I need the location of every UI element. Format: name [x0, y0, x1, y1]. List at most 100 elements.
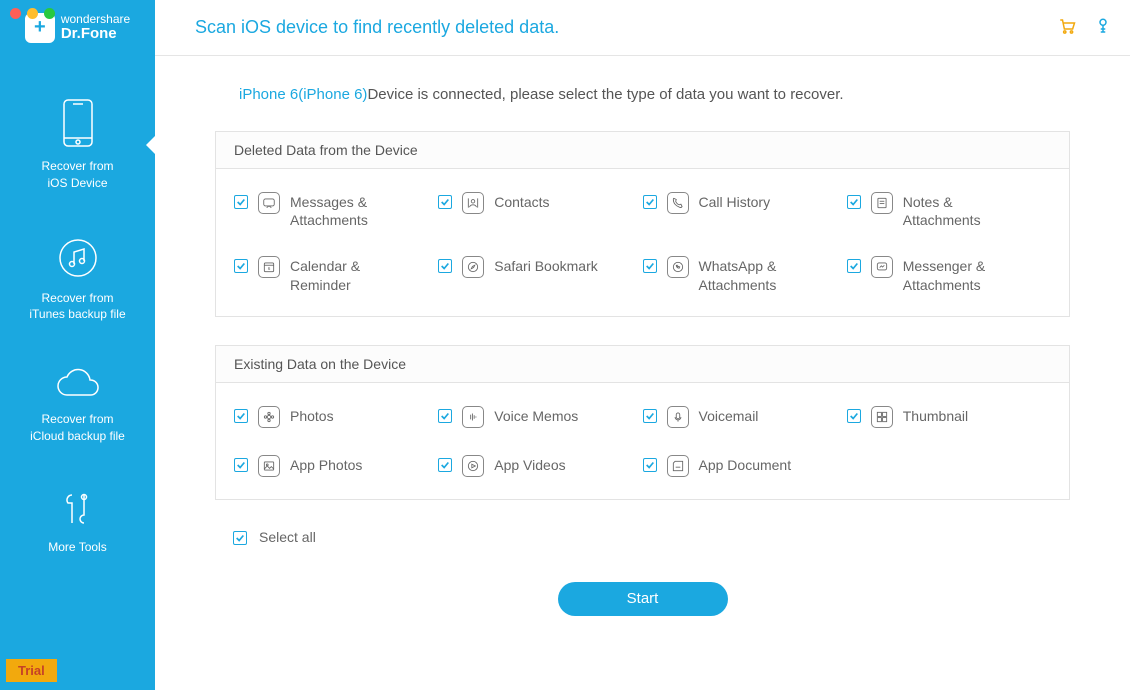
datatype-label: Safari Bookmark — [494, 257, 597, 275]
close-window-button[interactable] — [10, 8, 21, 19]
checkbox-notes-attachments[interactable] — [847, 195, 861, 209]
contacts-icon — [462, 192, 484, 214]
datatype-thumbnail: Thumbnail — [847, 397, 1051, 446]
checkbox-messages-attachments[interactable] — [234, 195, 248, 209]
datatype-label: Photos — [290, 407, 334, 425]
messages-attachments-icon — [258, 192, 280, 214]
sidebar: Recover from iOS Device Recover from iTune… — [0, 56, 155, 690]
datatype-whatsapp-attachments: WhatsApp & Attachments — [643, 247, 847, 311]
calendar-reminder-icon: 6 — [258, 256, 280, 278]
thumbnail-icon — [871, 406, 893, 428]
sidebar-item-icloud[interactable]: Recover from iCloud backup file — [0, 345, 155, 467]
datatype-label: Voice Memos — [494, 407, 578, 425]
brand-name: Dr.Fone — [61, 26, 130, 43]
checkbox-voice-memos[interactable] — [438, 409, 452, 423]
brand-top: wondershare — [61, 13, 130, 26]
device-name-text: iPhone 6(iPhone 6) — [239, 86, 367, 103]
sidebar-item-label: Recover from — [41, 412, 113, 426]
app-document-icon — [667, 455, 689, 477]
datatype-photos: Photos — [234, 397, 438, 446]
datatype-label: App Videos — [494, 456, 565, 474]
datatype-contacts: Contacts — [438, 183, 642, 247]
datatype-label: Calendar & Reminder — [290, 257, 400, 293]
datatype-label: Contacts — [494, 193, 549, 211]
voice-memos-icon — [462, 406, 484, 428]
checkbox-app-photos[interactable] — [234, 458, 248, 472]
datatype-messages-attachments: Messages & Attachments — [234, 183, 438, 247]
page-title: Scan iOS device to find recently deleted… — [195, 17, 1058, 38]
datatype-label: WhatsApp & Attachments — [699, 257, 809, 293]
device-status: iPhone 6(iPhone 6)Device is connected, p… — [239, 86, 1070, 103]
sidebar-item-label: iTunes backup file — [29, 307, 125, 321]
whatsapp-attachments-icon — [667, 256, 689, 278]
messenger-attachments-icon — [871, 256, 893, 278]
sidebar-item-label: More Tools — [48, 540, 106, 554]
datatype-label: Thumbnail — [903, 407, 968, 425]
window-controls — [10, 8, 55, 19]
sidebar-item-label: iCloud backup file — [30, 429, 125, 443]
sidebar-item-more-tools[interactable]: More Tools — [0, 467, 155, 578]
datatype-label: App Document — [699, 456, 792, 474]
datatype-voice-memos: Voice Memos — [438, 397, 642, 446]
datatype-call-history: Call History — [643, 183, 847, 247]
select-all-checkbox[interactable] — [233, 531, 247, 545]
device-msg-text: Device is connected, please select the t… — [367, 86, 843, 103]
voicemail-icon — [667, 406, 689, 428]
datatype-label: App Photos — [290, 456, 362, 474]
svg-text:6: 6 — [268, 266, 271, 271]
datatype-notes-attachments: Notes & Attachments — [847, 183, 1051, 247]
select-all-label: Select all — [259, 528, 316, 546]
section-deleted-title: Deleted Data from the Device — [216, 132, 1069, 169]
select-all-row: Select all — [233, 528, 1070, 546]
sidebar-item-itunes[interactable]: Recover from iTunes backup file — [0, 214, 155, 346]
safari-bookmark-icon — [462, 256, 484, 278]
datatype-app-photos: App Photos — [234, 446, 438, 495]
checkbox-safari-bookmark[interactable] — [438, 259, 452, 273]
datatype-label: Call History — [699, 193, 771, 211]
trial-badge: Trial — [6, 659, 57, 682]
sidebar-item-label: Recover from — [41, 291, 113, 305]
phone-icon — [61, 98, 95, 148]
section-existing-title: Existing Data on the Device — [216, 346, 1069, 383]
header: + wondershare Dr.Fone Scan iOS device to… — [0, 0, 1130, 56]
key-icon[interactable] — [1094, 17, 1112, 38]
datatype-messenger-attachments: Messenger & Attachments — [847, 247, 1051, 311]
notes-attachments-icon — [871, 192, 893, 214]
datatype-calendar-reminder: 6 Calendar & Reminder — [234, 247, 438, 311]
checkbox-call-history[interactable] — [643, 195, 657, 209]
music-disc-icon — [56, 236, 100, 280]
app-photos-icon — [258, 455, 280, 477]
section-existing: Existing Data on the Device Photos Voice … — [215, 345, 1070, 500]
app-videos-icon — [462, 455, 484, 477]
datatype-safari-bookmark: Safari Bookmark — [438, 247, 642, 311]
cloud-icon — [53, 367, 103, 401]
cart-icon[interactable] — [1058, 17, 1076, 38]
datatype-voicemail: Voicemail — [643, 397, 847, 446]
datatype-label: Messenger & Attachments — [903, 257, 1013, 293]
datatype-app-document: App Document — [643, 446, 847, 495]
sidebar-item-ios-device[interactable]: Recover from iOS Device — [0, 76, 155, 214]
checkbox-photos[interactable] — [234, 409, 248, 423]
datatype-label: Notes & Attachments — [903, 193, 1013, 229]
tools-icon — [58, 489, 98, 529]
checkbox-messenger-attachments[interactable] — [847, 259, 861, 273]
datatype-label: Messages & Attachments — [290, 193, 400, 229]
minimize-window-button[interactable] — [27, 8, 38, 19]
checkbox-whatsapp-attachments[interactable] — [643, 259, 657, 273]
checkbox-calendar-reminder[interactable] — [234, 259, 248, 273]
photos-icon — [258, 406, 280, 428]
checkbox-contacts[interactable] — [438, 195, 452, 209]
datatype-app-videos: App Videos — [438, 446, 642, 495]
maximize-window-button[interactable] — [44, 8, 55, 19]
checkbox-app-document[interactable] — [643, 458, 657, 472]
checkbox-voicemail[interactable] — [643, 409, 657, 423]
main-content: iPhone 6(iPhone 6)Device is connected, p… — [155, 56, 1130, 690]
section-deleted: Deleted Data from the Device Messages & … — [215, 131, 1070, 317]
call-history-icon — [667, 192, 689, 214]
sidebar-item-label: iOS Device — [47, 176, 107, 190]
datatype-label: Voicemail — [699, 407, 759, 425]
checkbox-thumbnail[interactable] — [847, 409, 861, 423]
sidebar-item-label: Recover from — [41, 159, 113, 173]
start-button[interactable]: Start — [558, 582, 728, 616]
checkbox-app-videos[interactable] — [438, 458, 452, 472]
